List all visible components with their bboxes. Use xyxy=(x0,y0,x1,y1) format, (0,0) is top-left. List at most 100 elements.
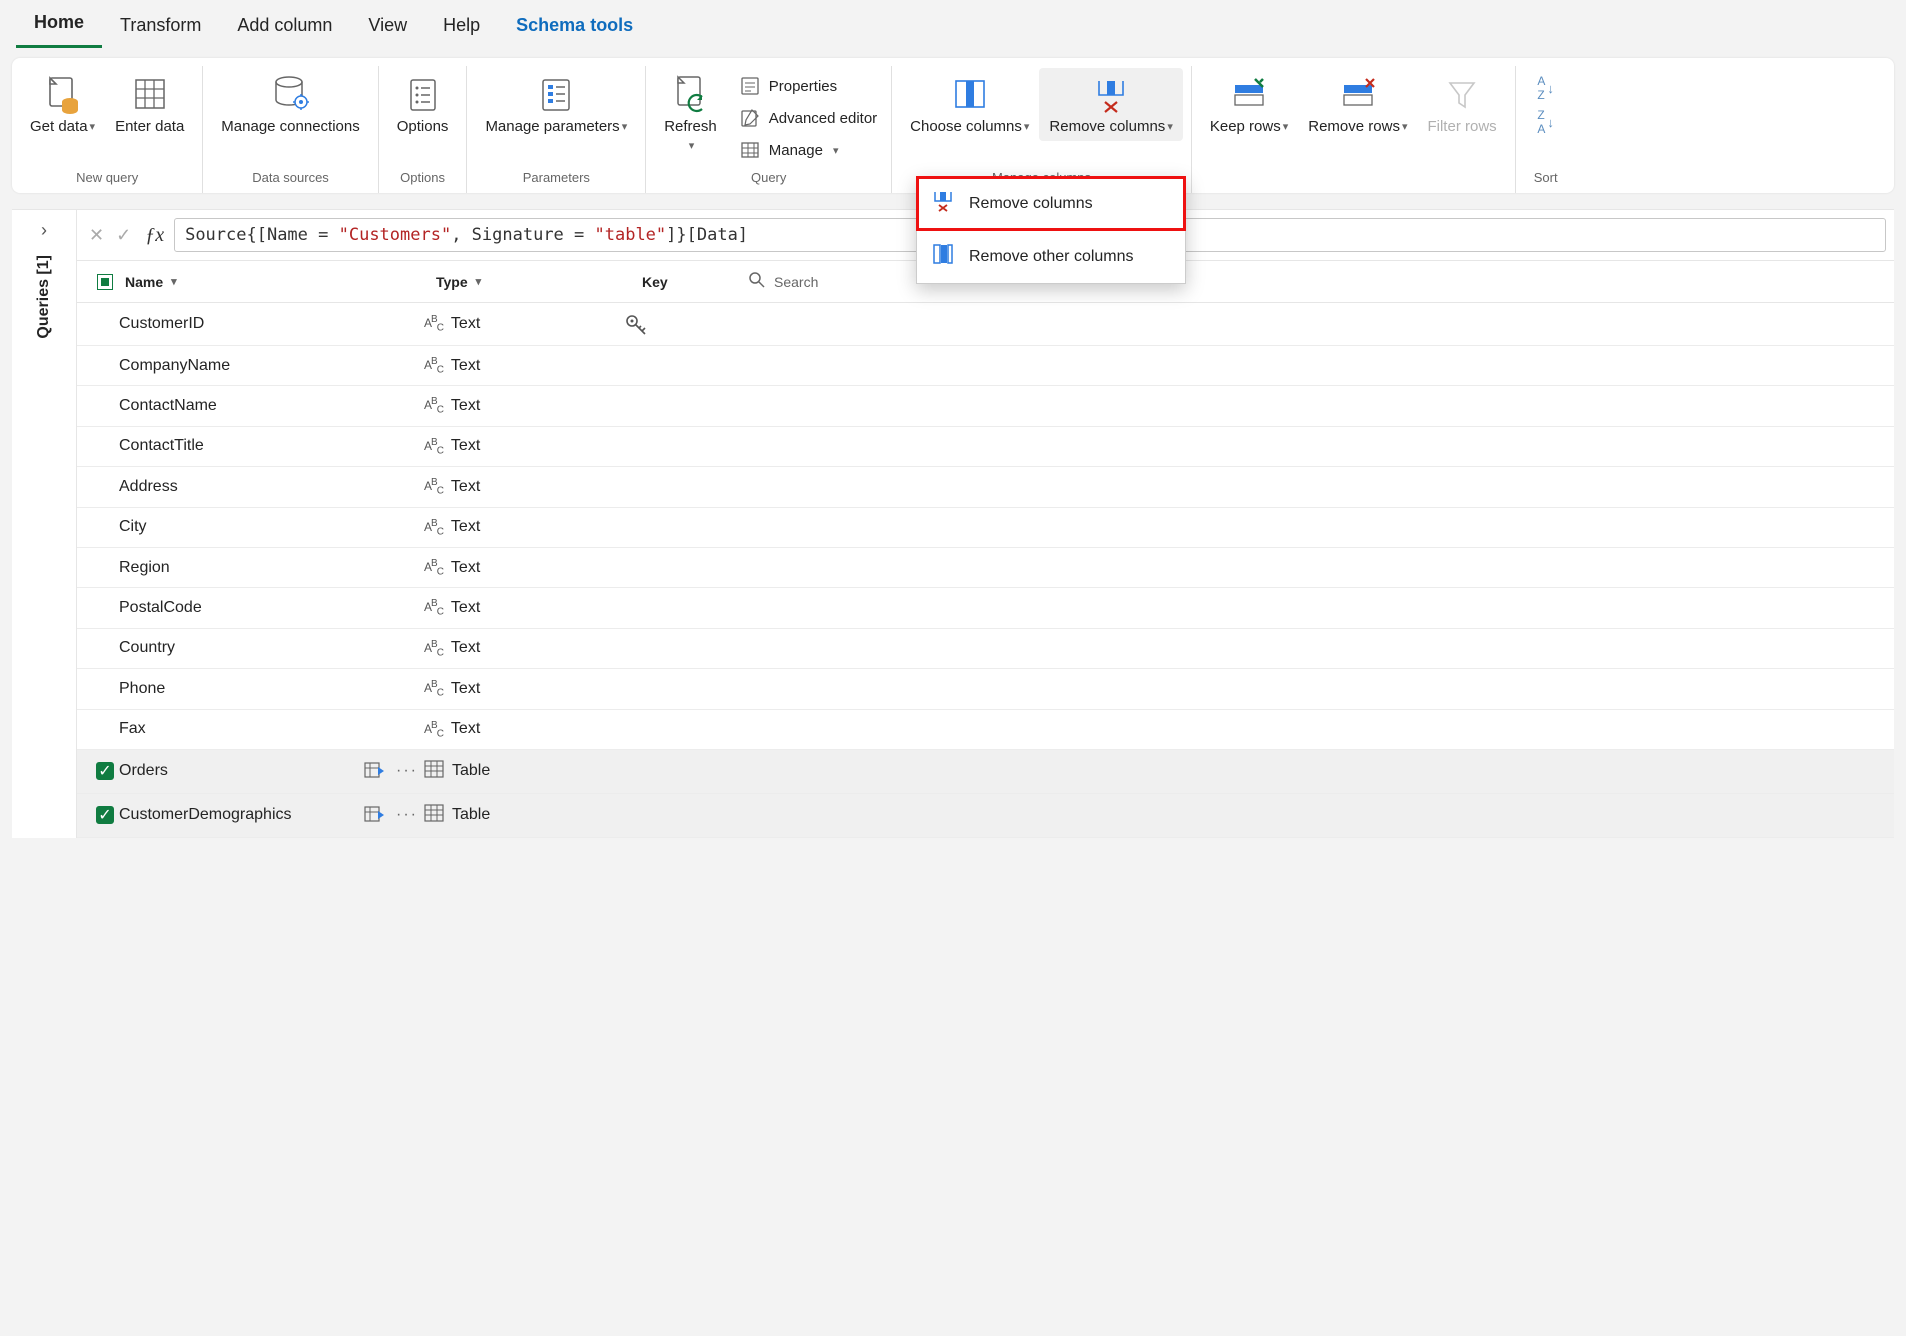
row-key xyxy=(624,313,724,335)
row-name: CompanyName xyxy=(119,357,424,375)
menu-remove-columns[interactable]: Remove columns xyxy=(917,177,1185,230)
text-type-icon: ABC xyxy=(424,518,443,537)
choose-columns-button[interactable]: Choose columns▾ xyxy=(900,68,1039,141)
column-header-type[interactable]: Type▾ xyxy=(436,274,636,290)
ribbon-group-options: Options Options xyxy=(379,66,468,193)
row-type: ABCText xyxy=(424,477,624,496)
row-name: Address xyxy=(119,478,424,496)
row-type: ABCText xyxy=(424,679,624,698)
expand-queries-icon[interactable]: › xyxy=(41,220,47,241)
ribbon-group-label-query: Query xyxy=(646,164,891,193)
schema-row[interactable]: ContactNameABCText xyxy=(77,386,1894,426)
row-type: ABCText xyxy=(424,720,624,739)
row-type: ABCText xyxy=(424,437,624,456)
advanced-editor-button[interactable]: Advanced editor xyxy=(733,104,883,132)
ribbon-group-new-query: Get data▾ Enter data New query xyxy=(12,66,203,193)
row-name: Country xyxy=(119,639,424,657)
parameters-icon xyxy=(536,70,576,118)
ribbon-group-label-parameters: Parameters xyxy=(467,164,645,193)
schema-row[interactable]: CountryABCText xyxy=(77,629,1894,669)
tab-help[interactable]: Help xyxy=(425,5,498,48)
key-icon xyxy=(624,313,724,335)
properties-icon xyxy=(739,76,761,96)
cancel-formula-icon[interactable]: ✕ xyxy=(89,225,104,246)
schema-row[interactable]: PhoneABCText xyxy=(77,669,1894,709)
get-data-button[interactable]: Get data▾ xyxy=(20,68,105,141)
schema-row[interactable]: ✓ CustomerDemographics···Table xyxy=(77,794,1894,838)
row-type: ABCText xyxy=(424,314,624,333)
row-type: ABCText xyxy=(424,639,624,658)
row-name: CustomerDemographics··· xyxy=(119,805,424,825)
remove-rows-icon xyxy=(1338,70,1378,118)
navigate-icon[interactable] xyxy=(364,761,386,781)
table-type-icon xyxy=(424,804,444,827)
ribbon-group-label-options: Options xyxy=(379,164,467,193)
row-name: ContactName xyxy=(119,397,424,415)
column-header-name[interactable]: Name▾ xyxy=(125,274,430,290)
commit-formula-icon[interactable]: ✓ xyxy=(116,225,131,246)
row-name: Orders··· xyxy=(119,761,424,781)
tab-home[interactable]: Home xyxy=(16,2,102,48)
menu-remove-other-columns[interactable]: Remove other columns xyxy=(917,230,1185,283)
filter-rows-button: Filter rows xyxy=(1417,68,1506,141)
ribbon-group-label-data-sources: Data sources xyxy=(203,164,377,193)
row-checkbox[interactable]: ✓ xyxy=(96,762,114,780)
remove-columns-button[interactable]: Remove columns▾ xyxy=(1039,68,1182,141)
remove-columns-menu-icon xyxy=(931,189,955,218)
schema-row[interactable]: CustomerIDABCText xyxy=(77,303,1894,346)
sort-desc-button[interactable]: ZA ↓ xyxy=(1537,108,1554,136)
tab-schema-tools[interactable]: Schema tools xyxy=(498,5,651,48)
navigate-icon[interactable] xyxy=(364,805,386,825)
refresh-button[interactable]: Refresh▾ xyxy=(654,68,727,160)
row-checkbox[interactable]: ✓ xyxy=(96,806,114,824)
row-name: City xyxy=(119,518,424,536)
schema-row[interactable]: RegionABCText xyxy=(77,548,1894,588)
sort-desc-icon: ZA xyxy=(1537,108,1545,136)
select-all-checkbox[interactable] xyxy=(97,274,113,290)
row-name: Fax xyxy=(119,720,424,738)
schema-row[interactable]: AddressABCText xyxy=(77,467,1894,507)
options-button[interactable]: Options xyxy=(387,68,459,141)
keep-rows-button[interactable]: Keep rows▾ xyxy=(1200,68,1298,141)
tab-add-column[interactable]: Add column xyxy=(219,5,350,48)
text-type-icon: ABC xyxy=(424,396,443,415)
ribbon-group-parameters: Manage parameters▾ Parameters xyxy=(467,66,646,193)
ribbon-group-data-sources: Manage connections Data sources xyxy=(203,66,378,193)
choose-columns-icon xyxy=(950,70,990,118)
manage-parameters-button[interactable]: Manage parameters▾ xyxy=(475,68,637,141)
ribbon: Get data▾ Enter data New query Manage co… xyxy=(12,58,1894,193)
enter-data-icon xyxy=(131,70,169,118)
sort-asc-button[interactable]: AZ ↓ xyxy=(1537,74,1554,102)
remove-columns-icon xyxy=(1091,70,1131,118)
ribbon-group-query: Refresh▾ Properties Advanced editor xyxy=(646,66,892,193)
queries-pane-collapsed[interactable]: › Queries [1] xyxy=(12,210,77,838)
schema-row[interactable]: CityABCText xyxy=(77,508,1894,548)
row-more-icon[interactable]: ··· xyxy=(390,762,424,780)
schema-row[interactable]: CompanyNameABCText xyxy=(77,346,1894,386)
text-type-icon: ABC xyxy=(424,437,443,456)
manage-connections-button[interactable]: Manage connections xyxy=(211,68,369,141)
properties-button[interactable]: Properties xyxy=(733,72,883,100)
text-type-icon: ABC xyxy=(424,679,443,698)
workspace: › Queries [1] ✕ ✓ ƒx Source{[Name = "Cus… xyxy=(12,209,1894,838)
column-header-key: Key xyxy=(642,274,742,290)
schema-row[interactable]: PostalCodeABCText xyxy=(77,588,1894,628)
row-more-icon[interactable]: ··· xyxy=(390,806,424,824)
text-type-icon: ABC xyxy=(424,314,443,333)
row-type: Table xyxy=(424,804,624,827)
keep-rows-icon xyxy=(1229,70,1269,118)
tab-view[interactable]: View xyxy=(350,5,425,48)
schema-row[interactable]: ✓Orders···Table xyxy=(77,750,1894,794)
schema-row[interactable]: ContactTitleABCText xyxy=(77,427,1894,467)
manage-query-button[interactable]: Manage▾ xyxy=(733,136,883,164)
schema-row[interactable]: FaxABCText xyxy=(77,710,1894,750)
fx-icon: ƒx xyxy=(145,224,164,247)
text-type-icon: ABC xyxy=(424,639,443,658)
ribbon-group-sort: AZ ↓ ZA ↓ Sort xyxy=(1516,66,1576,193)
row-type: ABCText xyxy=(424,396,624,415)
ribbon-tabs: Home Transform Add column View Help Sche… xyxy=(0,0,1906,48)
tab-transform[interactable]: Transform xyxy=(102,5,219,48)
enter-data-button[interactable]: Enter data xyxy=(105,68,194,141)
remove-rows-button[interactable]: Remove rows▾ xyxy=(1298,68,1417,141)
ribbon-group-manage-columns: Choose columns▾ Remove columns▾ Manage c… xyxy=(892,66,1192,193)
